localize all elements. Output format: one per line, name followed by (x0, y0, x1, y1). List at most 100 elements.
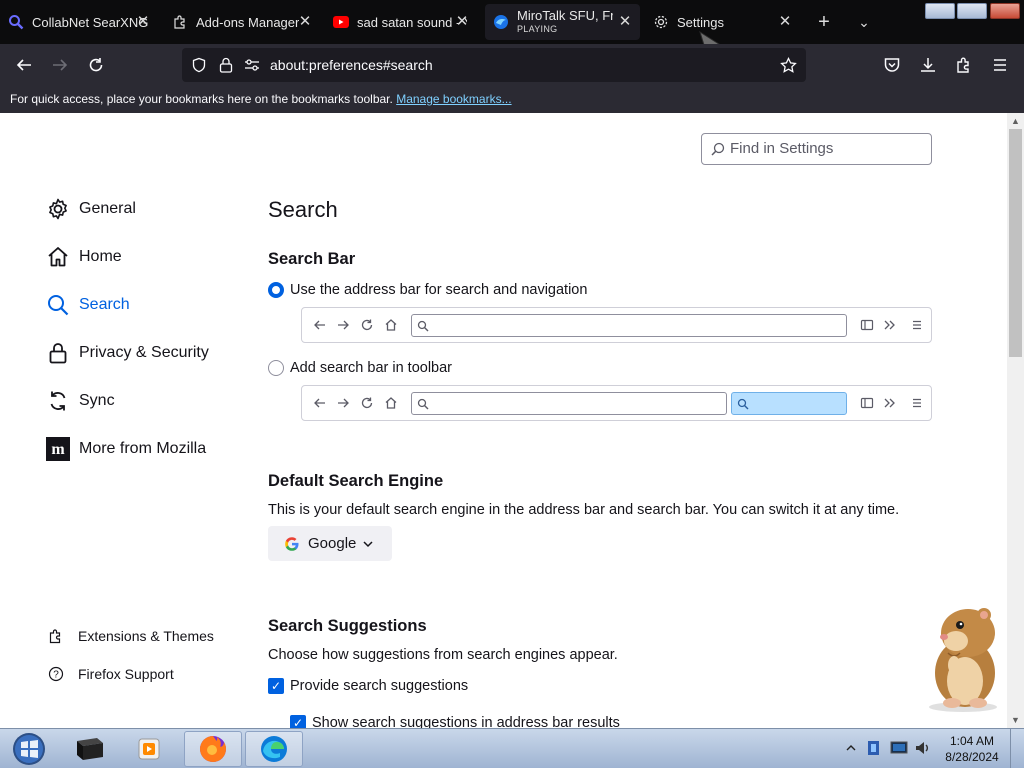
tab-searxng[interactable]: CollabNet SearXNG ✕ (0, 4, 158, 40)
category-privacy[interactable]: Privacy & Security (46, 339, 209, 367)
category-home[interactable]: Home (46, 243, 122, 271)
back-button[interactable] (10, 51, 38, 79)
scroll-up-arrow[interactable]: ▲ (1007, 113, 1024, 129)
bookmark-star-icon[interactable] (780, 57, 797, 74)
taskbar-firefox-app[interactable] (184, 731, 242, 767)
tab-youtube[interactable]: sad satan sound - Y ✕ (325, 4, 477, 40)
gear-icon (653, 14, 669, 30)
extensions-themes-link[interactable]: Extensions & Themes (48, 626, 214, 646)
close-tab-icon[interactable]: ✕ (776, 13, 794, 31)
url-text[interactable]: about:preferences#search (270, 57, 433, 73)
default-engine-description: This is your default search engine in th… (268, 502, 900, 518)
toolbar-search-radio-label[interactable]: Add search bar in toolbar (290, 360, 452, 376)
close-tab-icon[interactable]: ✕ (296, 13, 314, 31)
category-sync[interactable]: Sync (46, 387, 115, 415)
reload-button[interactable] (82, 51, 110, 79)
link-label: Firefox Support (78, 666, 174, 682)
taskbar-terminal-app[interactable] (60, 731, 118, 767)
clock-time: 1:04 AM (949, 734, 995, 748)
show-in-address-bar-checkbox[interactable]: ✓ (290, 715, 306, 728)
pocket-button[interactable] (878, 51, 906, 79)
clock-date: 8/28/2024 (945, 750, 999, 764)
scrollbar-thumb[interactable] (1009, 129, 1022, 357)
taskbar-clock[interactable]: 1:04 AM 8/28/2024 (942, 733, 1002, 765)
downloads-button[interactable] (914, 51, 942, 79)
default-engine-heading: Default Search Engine (268, 472, 444, 490)
tab-addons[interactable]: Add-ons Manager ✕ (164, 4, 320, 40)
windows-taskbar: 1:04 AM 8/28/2024 (0, 728, 1024, 768)
show-desktop-button[interactable] (1010, 729, 1024, 768)
taskbar-media-player-app[interactable] (120, 731, 178, 767)
tab-title: Settings (677, 14, 724, 30)
manage-bookmarks-link[interactable]: Manage bookmarks... (396, 92, 511, 106)
volume-icon[interactable] (914, 739, 932, 757)
scroll-down-arrow[interactable]: ▼ (1007, 712, 1024, 728)
address-bar[interactable]: about:preferences#search (182, 48, 806, 82)
provide-suggestions-label[interactable]: Provide search suggestions (290, 678, 468, 694)
list-tabs-button[interactable]: ⌄ (850, 8, 878, 36)
provide-suggestions-checkbox[interactable]: ✓ (268, 678, 284, 694)
search-icon (711, 142, 725, 156)
windows-start-orb-icon (13, 733, 45, 765)
app-menu-button[interactable] (986, 51, 1014, 79)
sidebar-icon (859, 395, 875, 411)
tab-mirotalk[interactable]: MiroTalk SFU, Free PLAYING ✕ (485, 4, 640, 40)
youtube-icon (333, 14, 349, 30)
show-hidden-icons-icon[interactable] (846, 743, 856, 753)
find-in-settings-input[interactable]: Find in Settings (701, 133, 932, 165)
close-tab-icon[interactable]: ✕ (453, 13, 471, 31)
page-scrollbar[interactable]: ▲ ▼ (1007, 113, 1024, 728)
hamster-mascot-image (929, 608, 997, 712)
minimize-button[interactable] (925, 3, 955, 19)
close-tab-icon[interactable]: ✕ (134, 13, 152, 31)
category-search[interactable]: Search (46, 291, 130, 319)
permissions-icon[interactable] (244, 58, 260, 72)
sync-icon (46, 389, 70, 413)
window-close-button[interactable] (990, 3, 1020, 19)
close-tab-icon[interactable]: ✕ (616, 13, 634, 31)
tab-title: CollabNet SearXNG (32, 14, 149, 30)
chevron-down-icon (363, 540, 373, 547)
address-bar-radio-label[interactable]: Use the address bar for search and navig… (290, 282, 587, 298)
new-tab-button[interactable]: + (810, 8, 838, 36)
network-icon[interactable] (890, 740, 908, 756)
tab-title: sad satan sound - Y (357, 14, 467, 30)
address-bar-radio[interactable] (268, 282, 284, 298)
lock-icon[interactable] (219, 57, 233, 73)
reload-icon (89, 58, 103, 72)
forward-arrow-icon (335, 317, 351, 333)
category-label: Search (79, 296, 130, 313)
search-icon (8, 14, 24, 30)
extensions-button[interactable] (950, 51, 978, 79)
toolbar-search-radio[interactable] (268, 360, 284, 376)
edge-icon (261, 736, 287, 762)
tab-title: Add-ons Manager (196, 14, 300, 30)
start-button[interactable] (0, 731, 58, 767)
back-arrow-icon (312, 395, 328, 411)
tracking-shield-icon[interactable] (191, 57, 207, 73)
category-more-from-mozilla[interactable]: m More from Mozilla (46, 435, 206, 463)
home-icon (46, 245, 70, 269)
category-label: Privacy & Security (79, 344, 209, 361)
preview-search-field (731, 392, 847, 415)
taskbar-edge-app[interactable] (245, 731, 303, 767)
restore-button[interactable] (957, 3, 987, 19)
tray-app-icon[interactable] (866, 739, 882, 757)
sidebar-icon (859, 317, 875, 333)
address-bar-preview (301, 307, 932, 343)
firefox-support-link[interactable]: ? Firefox Support (48, 664, 174, 684)
default-engine-dropdown[interactable]: Google (268, 526, 392, 561)
preview-address-field (411, 392, 727, 415)
back-arrow-icon (312, 317, 328, 333)
forward-arrow-icon (53, 59, 68, 71)
toolbar-search-preview (301, 385, 932, 421)
gear-icon (46, 197, 70, 221)
hamburger-menu-icon (994, 59, 1006, 71)
show-in-address-bar-label[interactable]: Show search suggestions in address bar r… (312, 715, 620, 728)
overflow-chevrons-icon (882, 317, 898, 333)
category-general[interactable]: General (46, 195, 136, 223)
category-label: Sync (79, 392, 115, 409)
lock-icon (46, 341, 70, 365)
forward-button[interactable] (46, 51, 74, 79)
puzzle-icon (957, 57, 969, 73)
